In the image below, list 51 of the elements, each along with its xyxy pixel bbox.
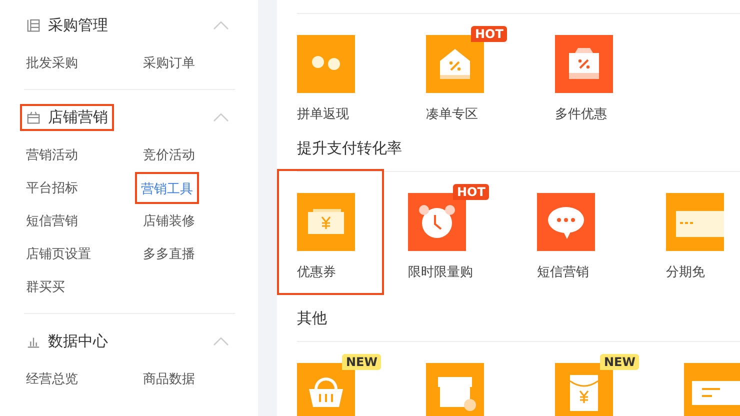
tool-tile[interactable]: 优惠券 (277, 169, 384, 295)
section-title: 数据中心 (48, 332, 108, 350)
badge: HOT (453, 184, 490, 200)
tool-tile[interactable]: 分期免 (664, 179, 740, 295)
menu-item[interactable]: 店铺页设置 (22, 241, 95, 267)
shop-icon (26, 110, 41, 124)
menu-item[interactable]: 营销活动 (22, 142, 82, 168)
menu-item[interactable]: 采购订单 (139, 50, 199, 76)
menu-item[interactable]: 商品数据 (139, 366, 199, 392)
menu-item[interactable]: 平台招标 (22, 175, 82, 201)
card-icon (666, 193, 724, 251)
bag-icon (555, 35, 613, 93)
section-header[interactable]: 店铺营销 (20, 104, 114, 130)
list-icon (26, 18, 41, 32)
tool-tile[interactable]: HOT 限时限量购 (406, 179, 537, 295)
menu-item[interactable]: 店铺装修 (139, 208, 199, 234)
menu-item[interactable]: 竞价活动 (139, 142, 199, 168)
section-header[interactable]: 数据中心 (20, 328, 114, 354)
menu-item[interactable]: 短信营销 (22, 208, 82, 234)
chevron-icon[interactable] (213, 20, 229, 30)
group-title: 其他 (297, 309, 328, 328)
tool-tile[interactable]: 多件优惠 (553, 21, 684, 125)
section-header[interactable]: 采购管理 (20, 12, 114, 38)
tool-tile[interactable]: NEW (295, 349, 426, 416)
tool-tile[interactable]: HOT 凑单专区 (424, 21, 555, 125)
badge: NEW (342, 354, 382, 370)
tool-tile[interactable]: 拼单返现 (295, 21, 426, 125)
menu-item[interactable]: 群买买 (22, 274, 69, 300)
tile-label: 拼单返现 (297, 106, 349, 123)
badge: HOT (471, 26, 508, 42)
coins-icon (297, 35, 355, 93)
tile-label: 多件优惠 (555, 106, 607, 123)
section-title: 采购管理 (48, 16, 108, 34)
tile-label: 分期免 (666, 264, 705, 281)
group-title: 提升支付转化率 (297, 139, 403, 158)
menu-item[interactable]: 营销工具 (135, 172, 199, 204)
menu-item[interactable]: 多多直播 (139, 241, 199, 267)
chat-icon (537, 193, 595, 251)
chevron-icon[interactable] (213, 112, 229, 122)
badge: NEW (600, 354, 640, 370)
menu-item[interactable]: 批发采购 (22, 50, 82, 76)
tool-tile[interactable]: NEW (553, 349, 684, 416)
menu-item[interactable]: 经营总览 (22, 366, 82, 392)
section-title: 店铺营销 (48, 108, 108, 126)
tile-label: 优惠券 (297, 264, 336, 281)
tool-tile[interactable]: 短信营销 (535, 179, 666, 295)
chevron-icon[interactable] (213, 336, 229, 346)
ticket-icon (297, 193, 355, 251)
tile-label: 短信营销 (537, 264, 589, 281)
tile-label: 限时限量购 (408, 264, 473, 281)
tile-label: 凑单专区 (426, 106, 478, 123)
